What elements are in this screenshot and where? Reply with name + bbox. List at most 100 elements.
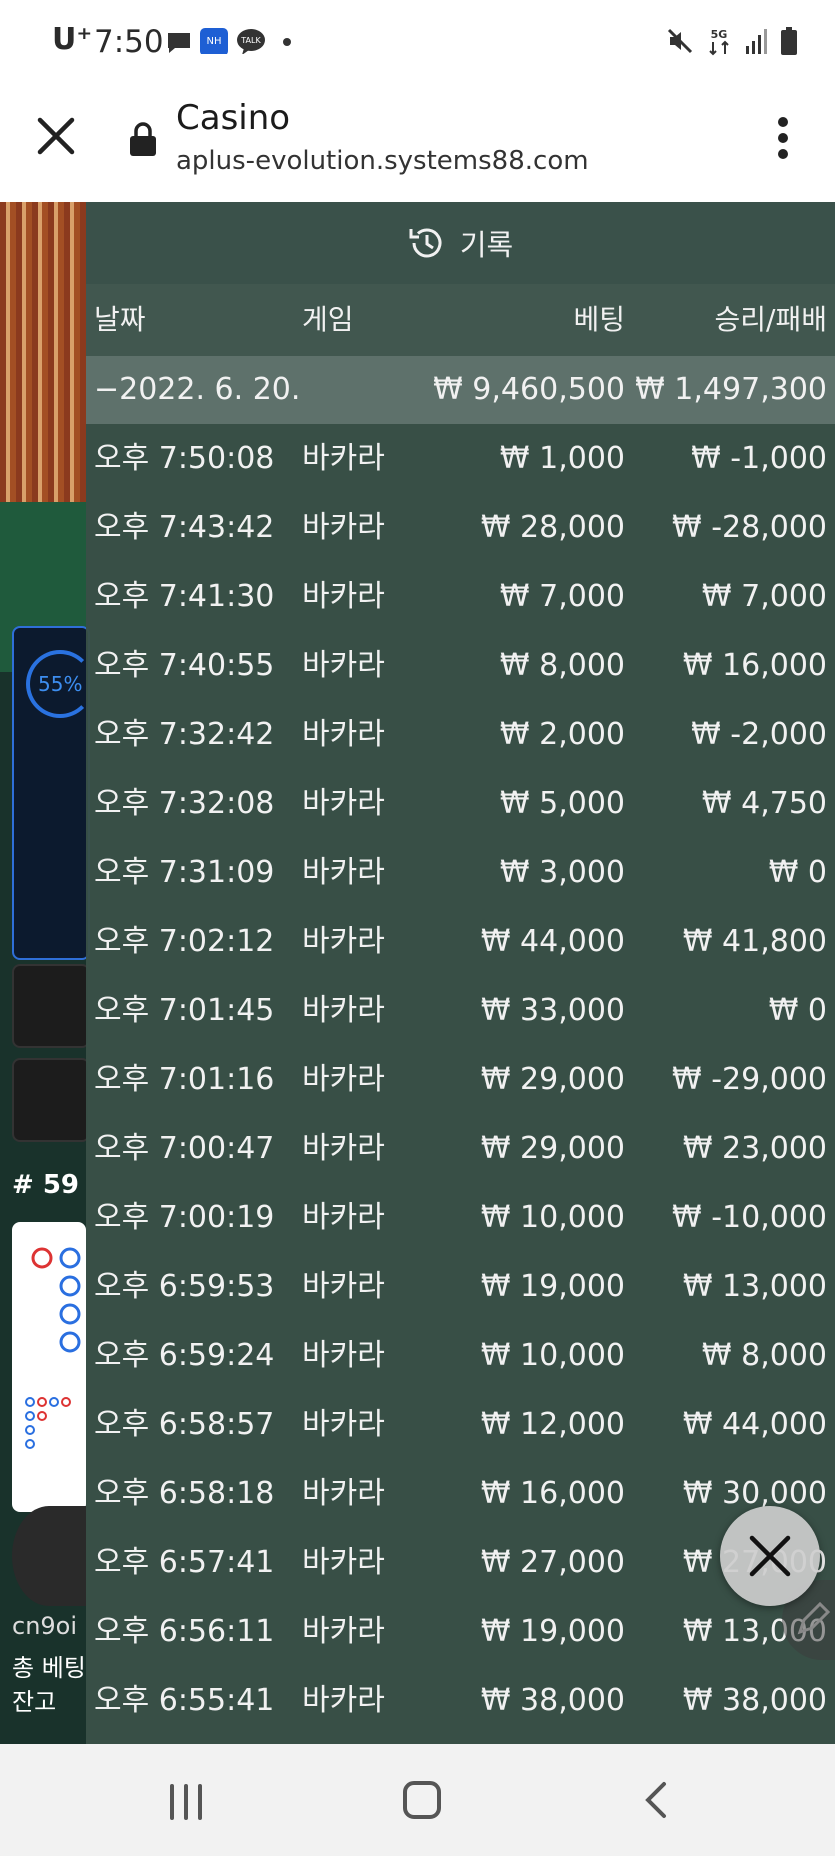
row-bet: ₩ 28,000 (480, 510, 625, 545)
close-icon[interactable] (34, 114, 78, 158)
row-result: ₩ 44,000 (682, 1407, 827, 1442)
history-panel: 기록 날짜 게임 베팅 승리/패배 −2022. 6. 20. ₩ 9,460,… (86, 202, 835, 1744)
row-bet: ₩ 8,000 (499, 648, 625, 683)
row-result: ₩ 0 (768, 855, 827, 890)
row-result: ₩ 7,000 (701, 579, 827, 614)
row-bet: ₩ 12,000 (480, 1407, 625, 1442)
row-game: 바카라 (302, 1062, 385, 1097)
table-row[interactable]: 오후 7:50:08 바카라 ₩ 1,000 ₩ -1,000 (86, 424, 835, 493)
total-bet-label: 총 베팅 (12, 1654, 86, 1682)
row-game: 바카라 (302, 1614, 385, 1649)
svg-text:5G: 5G (711, 28, 728, 41)
row-result: ₩ 4,750 (701, 786, 827, 821)
col-result: 승리/패배 (714, 303, 827, 336)
summary-date: −2022. 6. 20. (94, 372, 301, 407)
row-game: 바카라 (302, 1131, 385, 1166)
recents-icon[interactable] (168, 1782, 204, 1822)
player-button[interactable] (12, 964, 90, 1048)
table-row[interactable]: 오후 6:59:24 바카라 ₩ 10,000 ₩ 8,000 (86, 1321, 835, 1390)
row-time: 오후 7:02:12 (94, 924, 275, 959)
row-time: 오후 7:32:08 (94, 786, 275, 821)
row-result: ₩ 41,800 (682, 924, 827, 959)
page-url[interactable]: aplus-evolution.systems88.com (176, 146, 589, 176)
table-row[interactable]: 오후 6:56:11 바카라 ₩ 19,000 ₩ 13,000 (86, 1597, 835, 1666)
row-result: ₩ 23,000 (682, 1131, 827, 1166)
row-game: 바카라 (302, 717, 385, 752)
page-title: Casino (176, 98, 291, 138)
row-game: 바카라 (302, 441, 385, 476)
balance-label: 잔고 (12, 1688, 57, 1716)
row-game: 바카라 (302, 579, 385, 614)
table-row[interactable]: 오후 6:59:53 바카라 ₩ 19,000 ₩ 13,000 (86, 1252, 835, 1321)
table-row[interactable]: 오후 7:32:42 바카라 ₩ 2,000 ₩ -2,000 (86, 700, 835, 769)
date-summary-row[interactable]: −2022. 6. 20. ₩ 9,460,500 ₩ 1,497,300 (86, 356, 835, 424)
table-row[interactable]: 오후 7:02:12 바카라 ₩ 44,000 ₩ 41,800 (86, 907, 835, 976)
row-game: 바카라 (302, 510, 385, 545)
road-marks (25, 1247, 81, 1449)
table-row[interactable]: 오후 7:32:08 바카라 ₩ 5,000 ₩ 4,750 (86, 769, 835, 838)
row-game: 바카라 (302, 1683, 385, 1718)
percent-label: 55% (38, 672, 83, 696)
row-result: ₩ 13,000 (682, 1269, 827, 1304)
close-icon (749, 1535, 791, 1577)
table-row[interactable]: 오후 7:00:19 바카라 ₩ 10,000 ₩ -10,000 (86, 1183, 835, 1252)
row-result: ₩ 8,000 (701, 1338, 827, 1373)
row-time: 오후 7:32:42 (94, 717, 275, 752)
table-row[interactable]: 오후 7:00:47 바카라 ₩ 29,000 ₩ 23,000 (86, 1114, 835, 1183)
col-bet: 베팅 (573, 303, 625, 336)
browser-toolbar: Casino aplus-evolution.systems88.com (0, 86, 835, 202)
row-game: 바카라 (302, 1338, 385, 1373)
summary-bet: ₩ 9,460,500 (433, 372, 625, 407)
row-bet: ₩ 2,000 (499, 717, 625, 752)
table-row[interactable]: 오후 7:41:30 바카라 ₩ 7,000 ₩ 7,000 (86, 562, 835, 631)
row-bet: ₩ 44,000 (480, 924, 625, 959)
row-result: ₩ -29,000 (672, 1062, 827, 1097)
row-time: 오후 6:58:57 (94, 1407, 275, 1442)
col-date: 날짜 (94, 303, 146, 336)
row-bet: ₩ 27,000 (480, 1545, 625, 1580)
table-row[interactable]: 오후 7:43:42 바카라 ₩ 28,000 ₩ -28,000 (86, 493, 835, 562)
player-pair-button[interactable] (12, 1058, 90, 1142)
row-bet: ₩ 10,000 (480, 1338, 625, 1373)
chip-selector[interactable] (12, 1506, 86, 1606)
dot-icon (283, 38, 291, 46)
bead-road (12, 1222, 86, 1512)
row-bet: ₩ 1,000 (499, 441, 625, 476)
row-time: 오후 6:58:18 (94, 1476, 275, 1511)
row-result: ₩ 16,000 (682, 648, 827, 683)
status-bar: U⁺ 7:50 NH TALK 5G (0, 0, 835, 86)
history-header: 기록 (86, 202, 835, 284)
row-time: 오후 7:43:42 (94, 510, 275, 545)
more-options-icon[interactable] (777, 116, 789, 160)
lock-icon[interactable] (128, 121, 158, 157)
status-time: 7:50 (94, 24, 164, 60)
table-row[interactable]: 오후 7:01:16 바카라 ₩ 29,000 ₩ -29,000 (86, 1045, 835, 1114)
row-result: ₩ -10,000 (672, 1200, 827, 1235)
mute-icon (667, 28, 693, 54)
row-result: ₩ 38,000 (682, 1683, 827, 1718)
table-row[interactable]: 오후 6:58:18 바카라 ₩ 16,000 ₩ 30,000 (86, 1459, 835, 1528)
row-time: 오후 7:40:55 (94, 648, 275, 683)
table-row[interactable]: 오후 7:01:45 바카라 ₩ 33,000 ₩ 0 (86, 976, 835, 1045)
row-game: 바카라 (302, 1476, 385, 1511)
row-bet: ₩ 38,000 (480, 1683, 625, 1718)
row-game: 바카라 (302, 1545, 385, 1580)
row-bet: ₩ 33,000 (480, 993, 625, 1028)
table-row[interactable]: 오후 7:31:09 바카라 ₩ 3,000 ₩ 0 (86, 838, 835, 907)
close-history-button[interactable] (720, 1506, 820, 1606)
kakaotalk-icon: TALK (237, 29, 265, 54)
table-row[interactable]: 오후 6:55:41 바카라 ₩ 38,000 ₩ 38,000 (86, 1666, 835, 1735)
row-game: 바카라 (302, 993, 385, 1028)
svg-text:NH: NH (207, 36, 222, 47)
carrier-label: U⁺ (52, 22, 93, 57)
row-bet: ₩ 7,000 (499, 579, 625, 614)
svg-text:TALK: TALK (240, 36, 261, 45)
home-icon[interactable] (402, 1780, 442, 1820)
row-result: ₩ 0 (768, 993, 827, 1028)
table-row[interactable]: 오후 7:40:55 바카라 ₩ 8,000 ₩ 16,000 (86, 631, 835, 700)
table-row[interactable]: 오후 6:58:57 바카라 ₩ 12,000 ₩ 44,000 (86, 1390, 835, 1459)
back-icon[interactable] (642, 1780, 668, 1820)
row-bet: ₩ 29,000 (480, 1062, 625, 1097)
row-game: 바카라 (302, 1200, 385, 1235)
row-time: 오후 7:01:45 (94, 993, 275, 1028)
